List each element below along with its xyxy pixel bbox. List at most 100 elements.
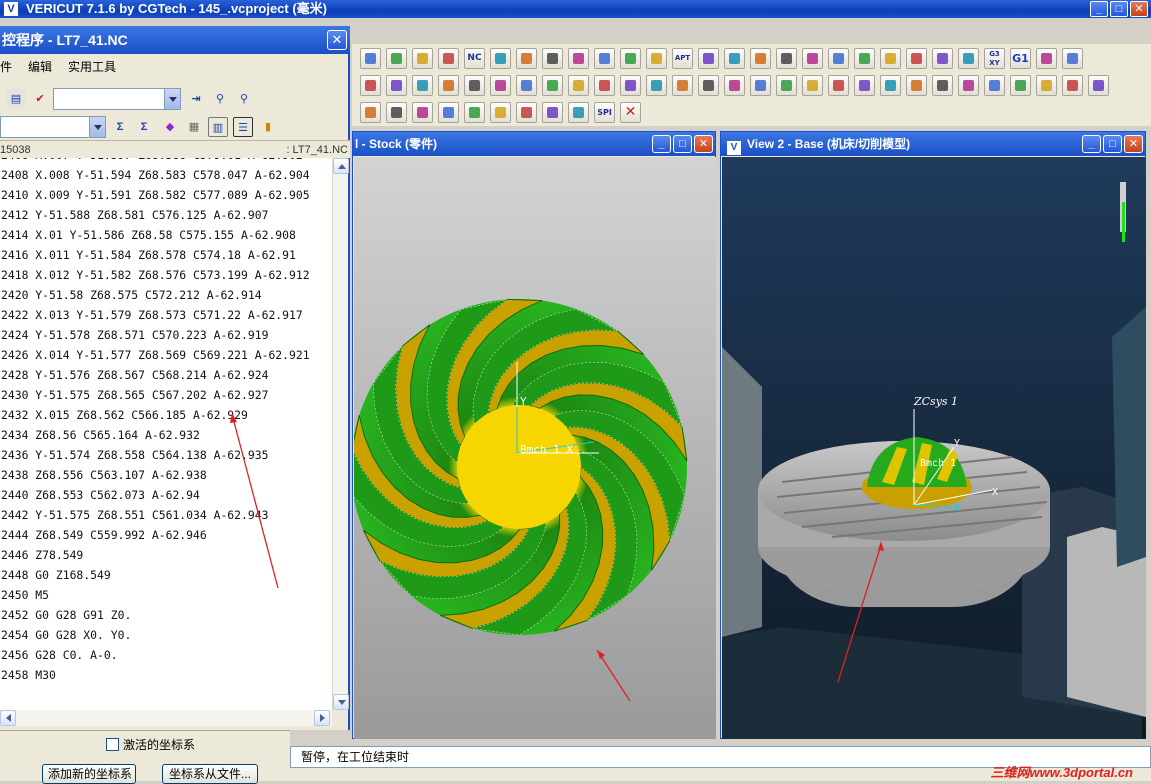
nc-icon[interactable]: NC — [464, 48, 485, 69]
nc-line[interactable]: 2442 Y-51.575 Z68.551 C561.034 A-62.943 — [0, 505, 332, 525]
nc-line[interactable]: 2424 Y-51.578 Z68.571 C570.223 A-62.919 — [0, 325, 332, 345]
nc-line[interactable]: 2426 X.014 Y-51.577 Z68.569 C569.221 A-6… — [0, 345, 332, 365]
zoom-icon[interactable] — [542, 75, 563, 96]
nc-line[interactable]: 2406 X.007 Y-51.597 Z68.586 C579.01 A-62… — [0, 158, 332, 165]
hide-icon[interactable] — [1036, 75, 1057, 96]
nc-line[interactable]: 2444 Z68.549 C559.992 A-62.946 — [0, 525, 332, 545]
info-icon[interactable] — [724, 75, 745, 96]
scroll-right-icon[interactable] — [314, 710, 330, 726]
chart-icon[interactable] — [776, 75, 797, 96]
step-icon[interactable]: Σ — [110, 117, 130, 137]
eye-off-icon[interactable] — [672, 75, 693, 96]
zoom-out-icon[interactable] — [594, 75, 615, 96]
nc-line[interactable]: 2454 G0 G28 X0. Y0. — [0, 625, 332, 645]
disk2-icon[interactable] — [906, 48, 927, 69]
exit-icon[interactable]: ▮ — [258, 117, 278, 137]
erase-icon[interactable]: ◆ — [160, 117, 180, 137]
g1-icon[interactable]: G1 — [1010, 48, 1031, 69]
add-csys-button[interactable]: 添加新的坐标系 — [42, 764, 136, 784]
nc-line[interactable]: 2414 X.01 Y-51.586 Z68.58 C575.155 A-62.… — [0, 225, 332, 245]
nc-line[interactable]: 2446 Z78.549 — [0, 545, 332, 565]
lightning-icon[interactable] — [880, 75, 901, 96]
fit-icon[interactable] — [620, 75, 641, 96]
g3-icon[interactable]: G3 XY — [984, 48, 1005, 69]
nc-line[interactable]: 2458 M30 — [0, 665, 332, 685]
program-combo[interactable] — [0, 116, 106, 138]
nc-line[interactable]: 2456 G28 C0. A-0. — [0, 645, 332, 665]
enter-icon[interactable] — [620, 48, 641, 69]
disk3-icon[interactable] — [932, 48, 953, 69]
nc-line[interactable]: 2428 Y-51.576 Z68.567 C568.214 A-62.924 — [0, 365, 332, 385]
scroll-left-icon[interactable] — [0, 710, 16, 726]
view2-maximize-button[interactable]: □ — [1103, 135, 1122, 153]
palette-icon[interactable] — [516, 75, 537, 96]
folder-open-icon[interactable] — [568, 48, 589, 69]
refresh-icon[interactable] — [1088, 75, 1109, 96]
eraser-icon[interactable] — [724, 48, 745, 69]
menu-utilities[interactable]: 实用工具 — [68, 56, 116, 78]
folder-icon[interactable] — [542, 48, 563, 69]
grid-icon[interactable] — [516, 102, 537, 123]
active-csys-checkbox-row[interactable]: 激活的坐标系 — [106, 736, 195, 753]
nc-line[interactable]: 2450 M5 — [0, 585, 332, 605]
nc-line[interactable]: 2452 G0 G28 G91 Z0. — [0, 605, 332, 625]
nc-vertical-scrollbar[interactable] — [332, 158, 349, 710]
shield-icon[interactable] — [802, 48, 823, 69]
nc-line[interactable]: 2432 X.015 Z68.562 C566.185 A-62.929 — [0, 405, 332, 425]
curve-icon[interactable] — [958, 75, 979, 96]
nc-line[interactable]: 2422 X.013 Y-51.579 Z68.573 C571.22 A-62… — [0, 305, 332, 325]
i-icon[interactable] — [750, 75, 771, 96]
nc-line[interactable]: 2430 Y-51.575 Z68.565 C567.202 A-62.927 — [0, 385, 332, 405]
grid3-icon[interactable] — [568, 102, 589, 123]
arrow-icon[interactable] — [360, 75, 381, 96]
box-icon[interactable] — [906, 75, 927, 96]
gear-icon[interactable] — [1010, 75, 1031, 96]
view-machine[interactable]: V View 2 - Base (机床/切削模型) _ □ ✕ ZCsys 1 … — [720, 131, 1146, 739]
gear-blue-icon[interactable] — [360, 102, 381, 123]
csys-from-file-button[interactable]: 坐标系从文件... — [162, 764, 258, 784]
clipboard-icon[interactable]: ▤ — [6, 89, 26, 109]
nc-code-list[interactable]: 2406 X.007 Y-51.597 Z68.586 C579.01 A-62… — [0, 158, 332, 710]
find-icon[interactable]: ⚲ — [210, 89, 230, 109]
nc-line[interactable]: 2410 X.009 Y-51.591 Z68.582 C577.089 A-6… — [0, 185, 332, 205]
nc-line[interactable]: 2440 Z68.553 C562.073 A-62.94 — [0, 485, 332, 505]
save-as-icon[interactable] — [412, 48, 433, 69]
view1-close-button[interactable]: ✕ — [694, 135, 713, 153]
book2-icon[interactable] — [490, 75, 511, 96]
nc-line[interactable]: 2416 X.011 Y-51.584 Z68.578 C574.18 A-62… — [0, 245, 332, 265]
tool-icon[interactable] — [958, 48, 979, 69]
rows-icon[interactable] — [490, 102, 511, 123]
menu-edit[interactable]: 编辑 — [28, 56, 52, 78]
nc-line[interactable]: 2436 Y-51.574 Z68.558 C564.138 A-62.935 — [0, 445, 332, 465]
zoom-in-icon[interactable] — [568, 75, 589, 96]
target-icon[interactable] — [880, 48, 901, 69]
copy-icon[interactable] — [1036, 48, 1057, 69]
eye-icon[interactable] — [646, 75, 667, 96]
nc-line[interactable]: 2438 Z68.556 C563.107 A-62.938 — [0, 465, 332, 485]
multi-icon[interactable] — [932, 75, 953, 96]
step-back-icon[interactable]: Σ — [134, 117, 154, 137]
view2-close-button[interactable]: ✕ — [1124, 135, 1143, 153]
apt-icon[interactable]: APT — [672, 48, 693, 69]
check-icon[interactable]: ✔ — [30, 89, 50, 109]
tool-path-icon[interactable] — [646, 48, 667, 69]
close-button[interactable]: ✕ — [1130, 1, 1148, 17]
nc-horizontal-scrollbar[interactable] — [0, 710, 332, 726]
save-icon[interactable] — [360, 48, 381, 69]
print-icon[interactable]: ▦ — [184, 117, 204, 137]
split-icon[interactable] — [854, 48, 875, 69]
cube-icon[interactable] — [698, 48, 719, 69]
reverse-icon[interactable] — [698, 75, 719, 96]
find-next-icon[interactable]: ⚲ — [234, 89, 254, 109]
spi-icon[interactable]: SPI — [594, 102, 615, 123]
chevron-down-icon[interactable] — [89, 117, 105, 137]
probe-icon[interactable] — [594, 48, 615, 69]
nc-line[interactable]: 2408 X.008 Y-51.594 Z68.583 C578.047 A-6… — [0, 165, 332, 185]
scroll-up-icon[interactable] — [333, 158, 349, 174]
settings-icon[interactable] — [828, 48, 849, 69]
machine-viewport[interactable]: ZCsys 1 Bmch 1 Y X X — [722, 157, 1146, 739]
scroll-down-icon[interactable] — [333, 694, 349, 710]
minimize-button[interactable]: _ — [1090, 1, 1108, 17]
view1-minimize-button[interactable]: _ — [652, 135, 671, 153]
active-csys-checkbox[interactable] — [106, 738, 119, 751]
